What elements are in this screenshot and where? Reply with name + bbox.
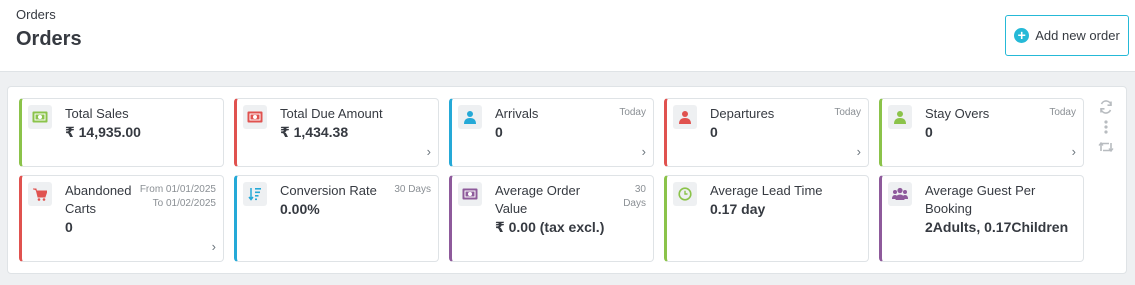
kpi-period-line2: Days <box>623 198 646 209</box>
kpi-period: From 01/01/2025 To 01/02/2025 <box>140 183 216 211</box>
kpi-value: 0 <box>495 124 503 140</box>
chevron-right-icon[interactable]: › <box>857 144 861 159</box>
money-icon <box>458 182 482 206</box>
kpi-conversion-rate[interactable]: Conversion Rate 30 Days 0.00% <box>234 175 439 262</box>
kpi-abandoned-carts[interactable]: Abandoned Carts From 01/01/2025 To 01/02… <box>19 175 224 262</box>
kpi-period: 30 Days <box>394 184 431 195</box>
clock-icon <box>673 182 697 206</box>
chevron-right-icon[interactable]: › <box>427 144 431 159</box>
kpi-period: Today <box>834 107 861 118</box>
kpi-label-line1: Average Order <box>495 183 581 198</box>
kpi-period: 30 Days <box>623 183 646 211</box>
kpi-label: Conversion Rate <box>280 183 377 198</box>
user-icon <box>673 105 697 129</box>
retweet-icon[interactable] <box>1097 138 1115 156</box>
kpi-value: 0 <box>710 124 718 140</box>
kpi-label: Total Due Amount <box>280 106 383 121</box>
kpi-stay-overs[interactable]: Stay Overs Today 0 › <box>879 98 1084 167</box>
kpi-period: Today <box>619 107 646 118</box>
kpi-label-line2: Carts <box>65 201 97 216</box>
user-icon <box>458 105 482 129</box>
kpi-label: Total Sales <box>65 106 129 121</box>
kpi-departures[interactable]: Departures Today 0 › <box>664 98 869 167</box>
page-header: Orders Orders + Add new order <box>0 0 1135 72</box>
kpi-label: Average Order Value <box>495 182 580 218</box>
kpi-value: ₹ 14,935.00 <box>65 124 141 140</box>
breadcrumb[interactable]: Orders <box>16 7 56 22</box>
kpi-period-line1: 30 <box>634 184 646 195</box>
kpi-period-line1: From 01/01/2025 <box>139 184 216 195</box>
kpi-value: ₹ 0.00 (tax excl.) <box>495 219 605 235</box>
kpi-average-lead-time[interactable]: Average Lead Time 0.17 day <box>664 175 869 262</box>
kpi-label: Departures <box>710 106 775 121</box>
sort-amount-icon <box>243 182 267 206</box>
kpi-label: Average Guest Per Booking <box>925 182 1035 218</box>
kpi-value: 0 <box>925 124 933 140</box>
page-title: Orders <box>16 28 82 50</box>
more-vertical-icon[interactable] <box>1097 118 1115 136</box>
kpi-value: 0.00% <box>280 201 320 217</box>
add-new-order-button[interactable]: + Add new order <box>1005 15 1129 56</box>
add-new-order-label: Add new order <box>1035 28 1120 43</box>
kpi-panel: Total Sales ₹ 14,935.00 Total Due Amount… <box>7 86 1127 274</box>
money-icon <box>243 105 267 129</box>
kpi-label: Average Lead Time <box>710 183 823 198</box>
kpi-total-due-amount[interactable]: Total Due Amount ₹ 1,434.38 › <box>234 98 439 167</box>
kpi-label-line2: Value <box>495 201 528 216</box>
kpi-value: 0 <box>65 219 73 235</box>
user-icon <box>888 105 912 129</box>
chevron-right-icon[interactable]: › <box>642 144 646 159</box>
kpi-label-line2: Booking <box>925 201 972 216</box>
users-icon <box>888 182 912 206</box>
kpi-value: ₹ 1,434.38 <box>280 124 349 140</box>
cart-icon <box>28 182 52 206</box>
kpi-label: Stay Overs <box>925 106 990 121</box>
kpi-value: 2Adults, 0.17Children <box>925 219 1069 235</box>
kpi-period-line2: To 01/02/2025 <box>152 198 216 209</box>
kpi-label: Abandoned Carts <box>65 182 132 218</box>
kpi-average-guest-per-booking[interactable]: Average Guest Per Booking 2Adults, 0.17C… <box>879 175 1084 262</box>
chevron-right-icon[interactable]: › <box>212 239 216 254</box>
refresh-icon[interactable] <box>1097 98 1115 116</box>
kpi-label-line1: Average Guest Per <box>925 183 1036 198</box>
money-icon <box>28 105 52 129</box>
kpi-arrivals[interactable]: Arrivals Today 0 › <box>449 98 654 167</box>
kpi-label: Arrivals <box>495 106 539 121</box>
kpi-value: 0.17 day <box>710 201 766 217</box>
kpi-average-order-value[interactable]: Average Order Value 30 Days ₹ 0.00 (tax … <box>449 175 654 262</box>
plus-circle-icon: + <box>1014 28 1030 43</box>
kpi-period: Today <box>1049 107 1076 118</box>
kpi-total-sales[interactable]: Total Sales ₹ 14,935.00 <box>19 98 224 167</box>
kpi-label-line1: Abandoned <box>65 183 132 198</box>
chevron-right-icon[interactable]: › <box>1072 144 1076 159</box>
